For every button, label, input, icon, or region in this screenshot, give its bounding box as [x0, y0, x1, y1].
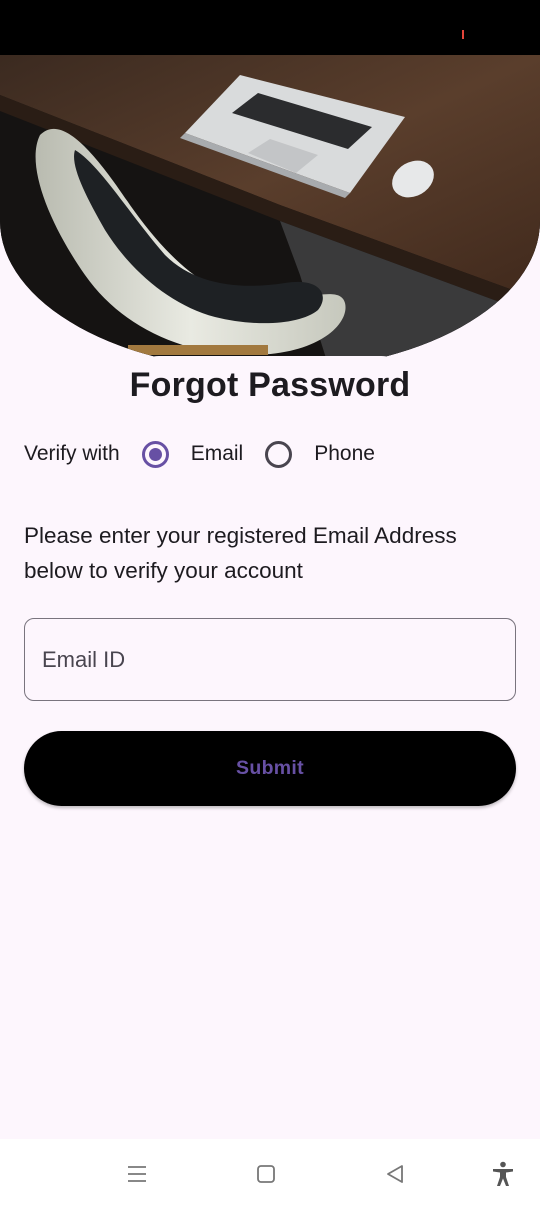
page-title: Forgot Password	[129, 365, 411, 404]
submit-button-label: Submit	[236, 757, 304, 779]
page-title-container: Forgot Password	[130, 356, 410, 414]
back-triangle-icon[interactable]	[380, 1159, 410, 1189]
accessibility-icon[interactable]	[488, 1159, 518, 1189]
recording-indicator-icon	[462, 30, 464, 39]
instructions-text: Please enter your registered Email Addre…	[24, 523, 457, 583]
email-field[interactable]	[24, 618, 516, 701]
email-option-label[interactable]: Email	[191, 442, 244, 466]
verify-method-group: Verify with Email Phone	[24, 434, 397, 474]
submit-button[interactable]: Submit	[24, 731, 516, 806]
system-navigation-bar	[0, 1139, 540, 1206]
phone-radio-button[interactable]	[265, 440, 293, 468]
status-bar	[0, 0, 540, 55]
verify-with-label: Verify with	[24, 442, 120, 465]
email-radio-button[interactable]	[141, 440, 169, 468]
email-input[interactable]	[42, 646, 515, 673]
hero-image	[0, 55, 540, 371]
home-square-icon[interactable]	[251, 1159, 281, 1189]
menu-icon[interactable]	[122, 1159, 152, 1189]
phone-option-label[interactable]: Phone	[314, 442, 375, 466]
